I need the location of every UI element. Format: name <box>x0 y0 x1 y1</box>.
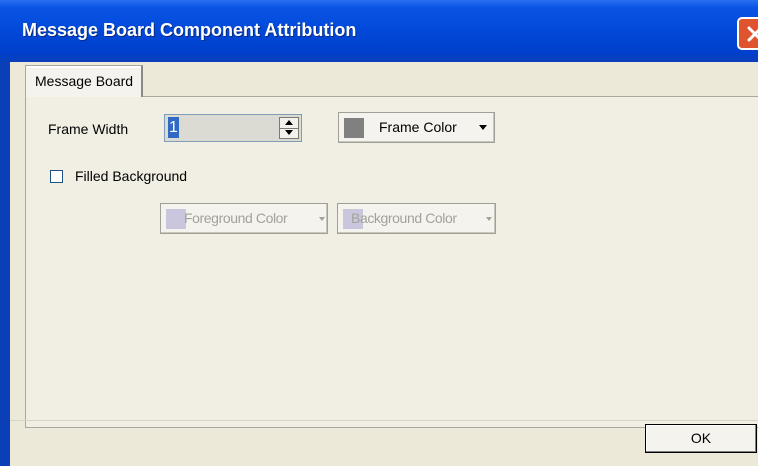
chevron-down-icon <box>479 125 487 130</box>
background-color-button[interactable]: Background Color <box>337 203 496 234</box>
frame-color-button[interactable]: Frame Color <box>338 112 495 143</box>
foreground-color-button[interactable]: Foreground Color <box>160 203 328 234</box>
close-icon <box>747 26 758 42</box>
frame-color-swatch <box>344 118 364 138</box>
chevron-down-icon <box>319 217 325 221</box>
filled-background-label: Filled Background <box>75 168 188 184</box>
tab-label: Message Board <box>35 73 134 89</box>
tab-message-board[interactable]: Message Board <box>25 65 144 97</box>
window-title: Message Board Component Attribution <box>22 20 357 40</box>
close-button[interactable] <box>737 17 758 50</box>
chevron-down-icon <box>486 217 492 221</box>
title-bar[interactable]: Message Board Component Attribution <box>0 0 758 62</box>
filled-background-checkbox[interactable] <box>50 170 63 183</box>
footer-divider <box>10 420 758 421</box>
tab-panel <box>25 96 758 428</box>
frame-width-label: Frame Width <box>48 121 129 137</box>
window-frame-left <box>0 62 10 466</box>
spin-down-button[interactable] <box>280 128 298 138</box>
arrow-down-icon <box>285 130 293 135</box>
background-color-label: Background Color <box>351 210 457 226</box>
frame-width-value[interactable]: 1 <box>168 117 179 138</box>
spinner-buttons <box>279 117 299 139</box>
frame-color-label: Frame Color <box>379 119 457 135</box>
ok-button[interactable]: OK <box>645 424 757 453</box>
arrow-up-icon <box>285 120 293 125</box>
frame-width-spinner[interactable]: 1 <box>164 114 302 142</box>
foreground-color-swatch <box>166 209 186 229</box>
foreground-color-label: Foreground Color <box>184 210 288 226</box>
